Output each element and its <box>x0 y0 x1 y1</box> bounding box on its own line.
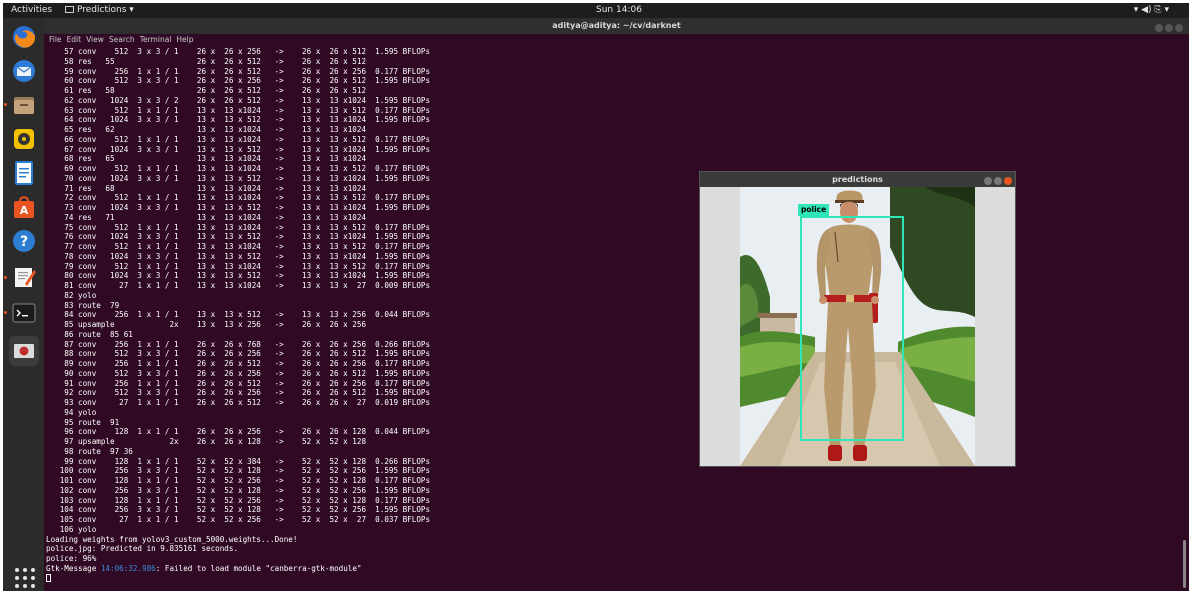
clock[interactable]: Sun 14:06 <box>596 5 642 15</box>
close-icon[interactable] <box>1004 177 1012 185</box>
menu-item-search[interactable]: Search <box>109 35 135 44</box>
minimize-icon[interactable] <box>984 177 992 185</box>
prediction-image: police <box>740 187 975 466</box>
menu-item-terminal[interactable]: Terminal <box>140 35 172 44</box>
gtk-time: 14:06:32.986 <box>100 563 156 573</box>
close-icon[interactable] <box>1175 24 1183 32</box>
terminal-line: 63 conv 512 1 x 1 / 1 13 x 13 x1024 -> 1… <box>46 105 431 115</box>
rhythmbox-icon[interactable] <box>9 124 39 154</box>
menu-item-file[interactable]: File <box>49 35 62 44</box>
terminal-line: 103 conv 128 1 x 1 / 1 52 x 52 x 256 -> … <box>46 495 431 505</box>
app-menu-label: Predictions ▾ <box>77 5 134 15</box>
terminal-line: 66 conv 512 1 x 1 / 1 13 x 13 x1024 -> 1… <box>46 134 431 144</box>
activities-button[interactable]: Activities <box>11 5 52 15</box>
window-controls <box>982 175 1012 190</box>
terminal-line: 59 conv 256 1 x 1 / 1 26 x 26 x 512 -> 2… <box>46 66 431 76</box>
top-bar: Activities Predictions ▾ Sun 14:06 ▾ ◀) … <box>3 3 1189 18</box>
terminal-line: 105 conv 27 1 x 1 / 1 52 x 52 x 256 -> 5… <box>46 515 431 524</box>
dock: A ? <box>3 18 44 591</box>
predictions-title: predictions <box>832 175 883 184</box>
predictions-window[interactable]: predictions police <box>699 171 1016 467</box>
running-indicator <box>4 311 7 314</box>
system-tray[interactable]: ▾ ◀) ⎘ ▾ <box>1134 5 1169 15</box>
terminal-line: Loading weights from yolov3_custom_5000.… <box>46 534 298 544</box>
terminal-window[interactable]: aditya@aditya: ~/cv/darknet File Edit View… <box>44 18 1189 591</box>
terminal-line: 61 res 58 26 x 26 x 512 -> 26 x 26 x 512 <box>46 86 367 95</box>
menu-item-edit[interactable]: Edit <box>67 35 82 44</box>
terminal-line: 64 conv 1024 3 x 3 / 1 13 x 13 x 512 -> … <box>46 115 431 125</box>
terminal-line: 101 conv 128 1 x 1 / 1 52 x 52 x 256 -> … <box>46 476 431 485</box>
maximize-icon[interactable] <box>994 177 1002 185</box>
terminal-line: 57 conv 512 3 x 3 / 1 26 x 26 x 256 -> 2… <box>46 47 431 56</box>
minimize-icon[interactable] <box>1155 24 1163 32</box>
app-window-icon <box>65 6 74 13</box>
terminal-title: aditya@aditya: ~/cv/darknet <box>552 21 681 30</box>
terminal-line: police: 96% <box>46 554 97 563</box>
svg-text:?: ? <box>20 234 28 250</box>
firefox-icon[interactable] <box>9 22 39 52</box>
terminal-line: 104 conv 256 3 x 3 / 1 52 x 52 x 128 -> … <box>46 505 431 515</box>
text-editor-icon[interactable] <box>9 262 39 292</box>
detection-box <box>800 216 904 441</box>
help-icon[interactable]: ? <box>9 226 39 256</box>
terminal-line: 62 conv 1024 3 x 3 / 2 26 x 26 x 512 -> … <box>46 95 431 105</box>
app-menu[interactable]: Predictions ▾ <box>65 5 134 15</box>
terminal-line: 65 res 62 13 x 13 x1024 -> 13 x 13 x1024 <box>46 125 367 134</box>
terminal-line: 102 conv 256 3 x 3 / 1 52 x 52 x 128 -> … <box>46 485 431 495</box>
terminal-line: 60 conv 512 3 x 3 / 1 26 x 26 x 256 -> 2… <box>46 76 431 86</box>
maximize-icon[interactable] <box>1165 24 1173 32</box>
thunderbird-icon[interactable] <box>9 56 39 86</box>
terminal-scrollbar[interactable] <box>1183 540 1186 588</box>
gtk-prefix: Gtk- <box>46 563 65 573</box>
terminal-line: 68 res 65 13 x 13 x1024 -> 13 x 13 x1024 <box>46 154 367 164</box>
running-indicator <box>4 103 7 106</box>
svg-text:A: A <box>20 204 29 217</box>
terminal-line: 58 res 55 26 x 26 x 512 -> 26 x 26 x 512 <box>46 56 367 66</box>
software-center-icon[interactable]: A <box>9 192 39 222</box>
gtk-text: : Failed to load module "canberra-gtk-mo… <box>155 563 362 573</box>
prompt-line[interactable] <box>46 573 1176 584</box>
gtk-message-line: Gtk-Message 14:06:32.986: Failed to load… <box>46 564 1176 574</box>
menu-item-view[interactable]: View <box>86 35 104 44</box>
terminal-title-bar[interactable]: aditya@aditya: ~/cv/darknet <box>44 18 1189 34</box>
predictions-title-bar[interactable]: predictions <box>700 172 1015 187</box>
menu-item-help[interactable]: Help <box>176 35 193 44</box>
terminal-line: 100 conv 256 3 x 3 / 1 52 x 52 x 128 -> … <box>46 466 431 476</box>
terminal-line: police.jpg: Predicted in 9.835161 second… <box>46 544 239 554</box>
show-applications-icon[interactable] <box>11 564 37 590</box>
detection-label: police <box>798 204 830 216</box>
predictions-window-icon[interactable] <box>9 336 39 366</box>
gtk-keyword: Message <box>64 563 97 573</box>
terminal-icon[interactable] <box>9 298 39 328</box>
libreoffice-writer-icon[interactable] <box>9 158 39 188</box>
files-icon[interactable] <box>9 90 39 120</box>
cursor <box>46 573 51 582</box>
terminal-menu-bar: File Edit View Search Terminal Help <box>44 34 1189 46</box>
running-indicator <box>4 276 7 279</box>
terminal-line: 67 conv 1024 3 x 3 / 1 13 x 13 x 512 -> … <box>46 144 431 154</box>
terminal-line: 106 yolo <box>46 524 97 534</box>
